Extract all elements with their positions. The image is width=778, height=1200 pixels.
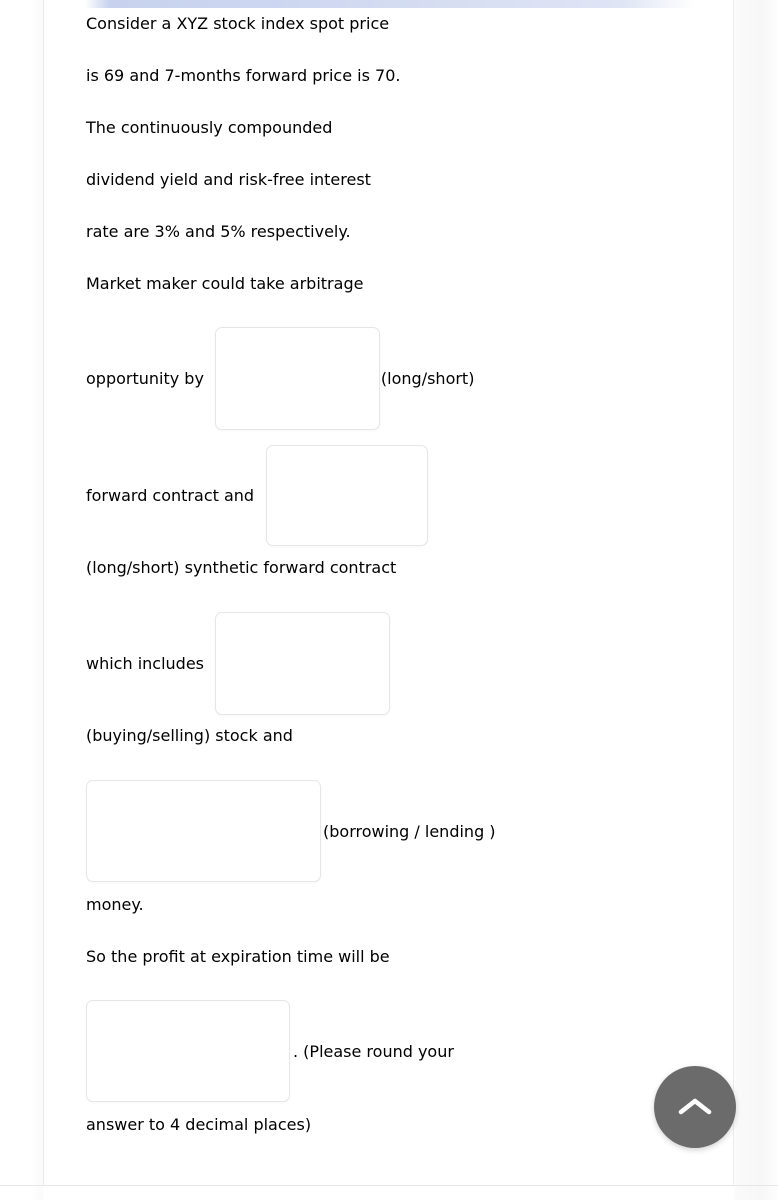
question-text: (borrowing / lending ) — [323, 821, 496, 841]
blank-input-long-short[interactable] — [214, 327, 380, 430]
blank-input-includes[interactable] — [215, 612, 390, 715]
question-text: is 69 and 7-months forward price is 70. — [86, 66, 401, 85]
question-text: Consider a XYZ stock index spot price — [86, 14, 390, 33]
question-line-12: (borrowing / lending ) — [86, 780, 496, 882]
left-divider-rule — [43, 0, 44, 1186]
question-line-1: Consider a XYZ stock index spot price — [86, 14, 389, 33]
top-accent-bar — [85, 0, 695, 8]
question-text: opportunity by — [86, 369, 204, 388]
question-text: rate are 3% and 5% respectively. — [86, 222, 351, 241]
question-line-9: (long/short) synthetic forward contract — [86, 558, 396, 577]
question-text: (buying/selling) stock and — [86, 726, 293, 745]
blank-input-borrow-lend[interactable] — [86, 780, 321, 882]
blank-input-forward-contract[interactable] — [266, 445, 429, 546]
question-text: So the profit at expiration time will be — [86, 947, 390, 966]
question-line-8: forward contract and — [86, 445, 429, 546]
question-text: The continuously compounded — [86, 118, 333, 137]
question-line-3: The continuously compounded — [86, 118, 332, 137]
question-line-5: rate are 3% and 5% respectively. — [86, 222, 351, 241]
question-line-16: answer to 4 decimal places) — [86, 1115, 311, 1134]
question-text: which includes — [86, 654, 204, 673]
question-text: money. — [86, 895, 144, 914]
chevron-up-icon — [678, 1096, 712, 1118]
screen-root: Consider a XYZ stock index spot price is… — [0, 0, 778, 1200]
question-line-15: . (Please round your — [86, 1000, 454, 1102]
question-line-4: dividend yield and risk-free interest — [86, 170, 371, 189]
question-text: dividend yield and risk-free interest — [86, 170, 371, 189]
question-line-11: (buying/selling) stock and — [86, 726, 293, 745]
question-line-6: Market maker could take arbitrage — [86, 274, 363, 293]
question-text: . (Please round your — [293, 1041, 454, 1061]
question-line-10: which includes — [86, 612, 390, 715]
blank-input-profit[interactable] — [86, 1000, 290, 1102]
question-line-2: is 69 and 7-months forward price is 70. — [86, 66, 400, 85]
question-line-7: opportunity by (long/short) — [86, 327, 474, 430]
question-text: Market maker could take arbitrage — [86, 274, 364, 293]
question-line-14: So the profit at expiration time will be — [86, 947, 390, 966]
bottom-divider-rule — [0, 1185, 778, 1186]
question-text: forward contract and — [86, 486, 255, 505]
question-text: (long/short) synthetic forward contract — [86, 558, 397, 577]
question-text: (long/short) — [380, 369, 475, 388]
right-divider-rule — [733, 0, 734, 1186]
question-text: answer to 4 decimal places) — [86, 1115, 312, 1134]
scroll-to-top-button[interactable] — [654, 1066, 736, 1148]
question-line-13: money. — [86, 895, 144, 914]
